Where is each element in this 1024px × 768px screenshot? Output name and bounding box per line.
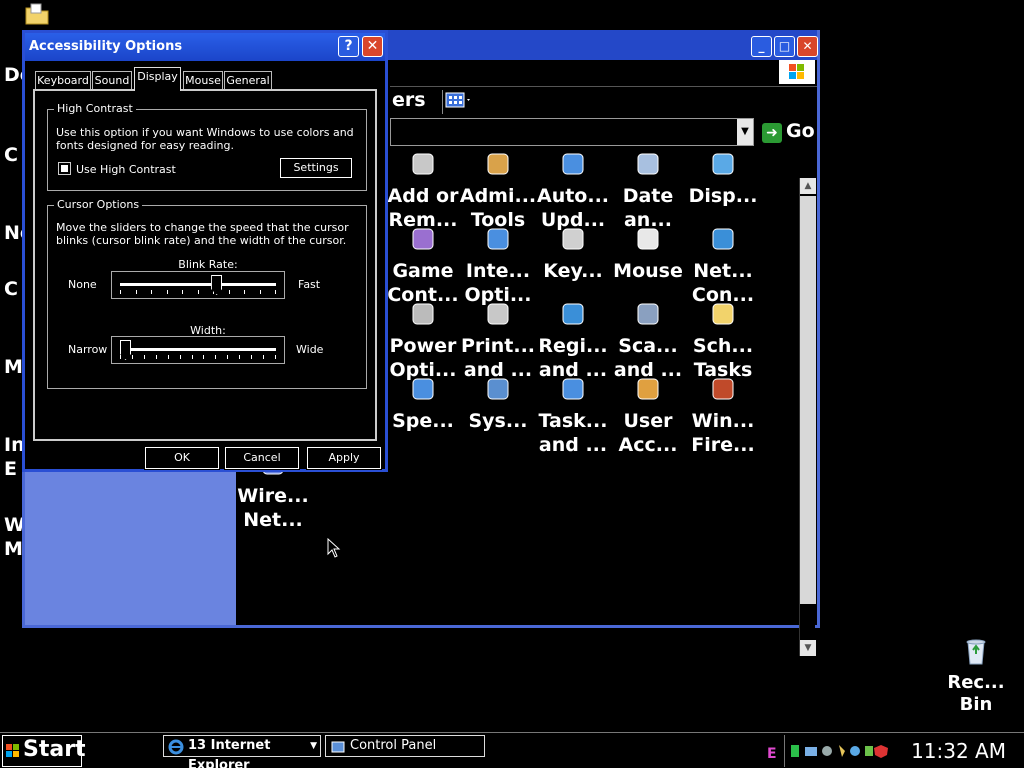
minimize-button[interactable]: _ [751,36,772,57]
go-label: Go [786,120,815,142]
network-connections-icon [712,228,734,250]
display-tab-panel: High Contrast Use this option if you wan… [33,89,377,441]
toolbar: ers [390,86,817,118]
task-pane [25,470,236,625]
control-panel-task-label: Control Panel [350,738,437,753]
user-accounts-icon [637,378,659,400]
desktop-icon-label[interactable]: E [4,458,17,480]
system-tray: 11:32 AM [784,735,1024,767]
windows-logo-icon [6,744,19,757]
ie-icon [168,739,184,755]
folders-button-label[interactable]: ers [392,89,426,111]
game-controllers-icon [412,228,434,250]
windows-flag-icon [779,60,815,84]
ok-button[interactable]: OK [144,446,220,470]
scanners-cameras-icon [637,303,659,325]
views-button[interactable] [442,90,480,114]
views-icon [445,92,470,108]
blink-min-label: None [68,278,97,291]
help-button[interactable]: ? [338,36,359,57]
taskbar-start-menu-icon [562,378,584,400]
control-panel-item-label: Win... Fire... [691,410,755,456]
blink-max-label: Fast [298,278,321,291]
cancel-button[interactable]: Cancel [224,446,300,470]
windows-firewall-icon [712,378,734,400]
blink-rate-label: Blink Rate: [178,258,238,271]
scheduled-tasks-icon [712,303,734,325]
width-max-label: Wide [296,343,324,356]
start-label: Start [23,737,86,762]
tab-display[interactable]: Display [134,67,181,91]
start-button[interactable]: Start [2,735,86,767]
cursor-options-group: Cursor Options Move the sliders to chang… [47,198,367,389]
scroll-thumb[interactable] [800,196,816,604]
tab-sound[interactable]: Sound [92,71,132,90]
date-time-icon [637,153,659,175]
address-input[interactable]: ▼ [390,118,754,146]
tab-mouse[interactable]: Mouse [183,71,223,90]
desktop-icon-label[interactable]: C [4,144,18,166]
control-panel-task[interactable]: Control Panel [325,735,485,757]
recycle-bin-label: Rec... Bin [947,672,1005,715]
chevron-down-icon: ▼ [310,741,317,751]
recycle-bin-icon [966,639,986,665]
svg-text:E: E [767,746,777,762]
printers-faxes-icon [487,303,509,325]
scroll-down-arrow[interactable]: ▼ [800,640,816,656]
add-remove-programs-icon [412,153,434,175]
cursor-options-description: Move the sliders to change the speed tha… [56,221,349,247]
close-button[interactable]: ✕ [797,36,818,57]
blink-rate-slider[interactable] [111,271,285,299]
dialog-title: Accessibility Options [29,39,183,54]
display-icon [712,153,734,175]
dialog-titlebar[interactable]: Accessibility Options ? ✕ [25,33,385,61]
maximize-button[interactable]: □ [774,36,795,57]
scroll-up-arrow[interactable]: ▲ [800,178,816,194]
taskbar: Start 13 Internet Explorer ▼ Control Pan… [0,732,1024,768]
automatic-updates-icon [562,153,584,175]
group-title: High Contrast [54,102,136,115]
control-panel-icon [331,741,345,753]
speech-icon [412,378,434,400]
mouse-icon [637,228,659,250]
use-high-contrast-checkbox[interactable] [58,162,71,175]
recycle-bin-shortcut[interactable]: Rec... Bin [940,636,1012,716]
power-options-icon [412,303,434,325]
control-panel-item-label: Wire... Net... [237,485,309,531]
language-bar-icon[interactable]: E [764,741,780,763]
high-contrast-description: Use this option if you want Windows to u… [56,126,354,152]
settings-button[interactable]: Settings [279,157,353,179]
desktop-icon-label[interactable]: C [4,278,18,300]
apply-button[interactable]: Apply [306,446,382,470]
group-title: Cursor Options [54,198,143,211]
tab-general[interactable]: General [224,71,272,90]
checkbox-label: Use High Contrast [76,163,176,176]
close-button[interactable]: ✕ [362,36,383,57]
width-min-label: Narrow [68,343,108,356]
go-button[interactable]: ➜ Go [762,120,824,145]
mouse-pointer-icon [327,538,341,558]
ie-task-label: 13 Internet Explorer [188,738,271,768]
regional-language-icon [562,303,584,325]
address-bar: ▼ ➜ Go [390,118,817,152]
chevron-down-icon[interactable]: ▼ [737,119,753,145]
admin-tools-icon [487,153,509,175]
internet-options-icon [487,228,509,250]
system-icon [487,378,509,400]
desktop-icon-label[interactable]: M [4,538,23,560]
internet-explorer-task-group[interactable]: 13 Internet Explorer ▼ [163,735,321,768]
accessibility-options-dialog: Accessibility Options ? ✕ Keyboard Sound… [22,30,388,472]
folder-icon[interactable] [24,2,50,26]
control-panel-item-label: Disp... [688,185,758,207]
cursor-width-slider[interactable] [111,336,285,364]
vertical-scrollbar[interactable]: ▲ ▼ [799,178,816,656]
tray-icons[interactable] [789,743,895,759]
tab-keyboard[interactable]: Keyboard [35,71,91,90]
keyboard-icon [562,228,584,250]
clock[interactable]: 11:32 AM [911,739,1006,763]
desktop-icon-label[interactable]: M [4,356,23,378]
high-contrast-group: High Contrast Use this option if you wan… [47,102,367,191]
go-arrow-icon: ➜ [762,123,782,143]
